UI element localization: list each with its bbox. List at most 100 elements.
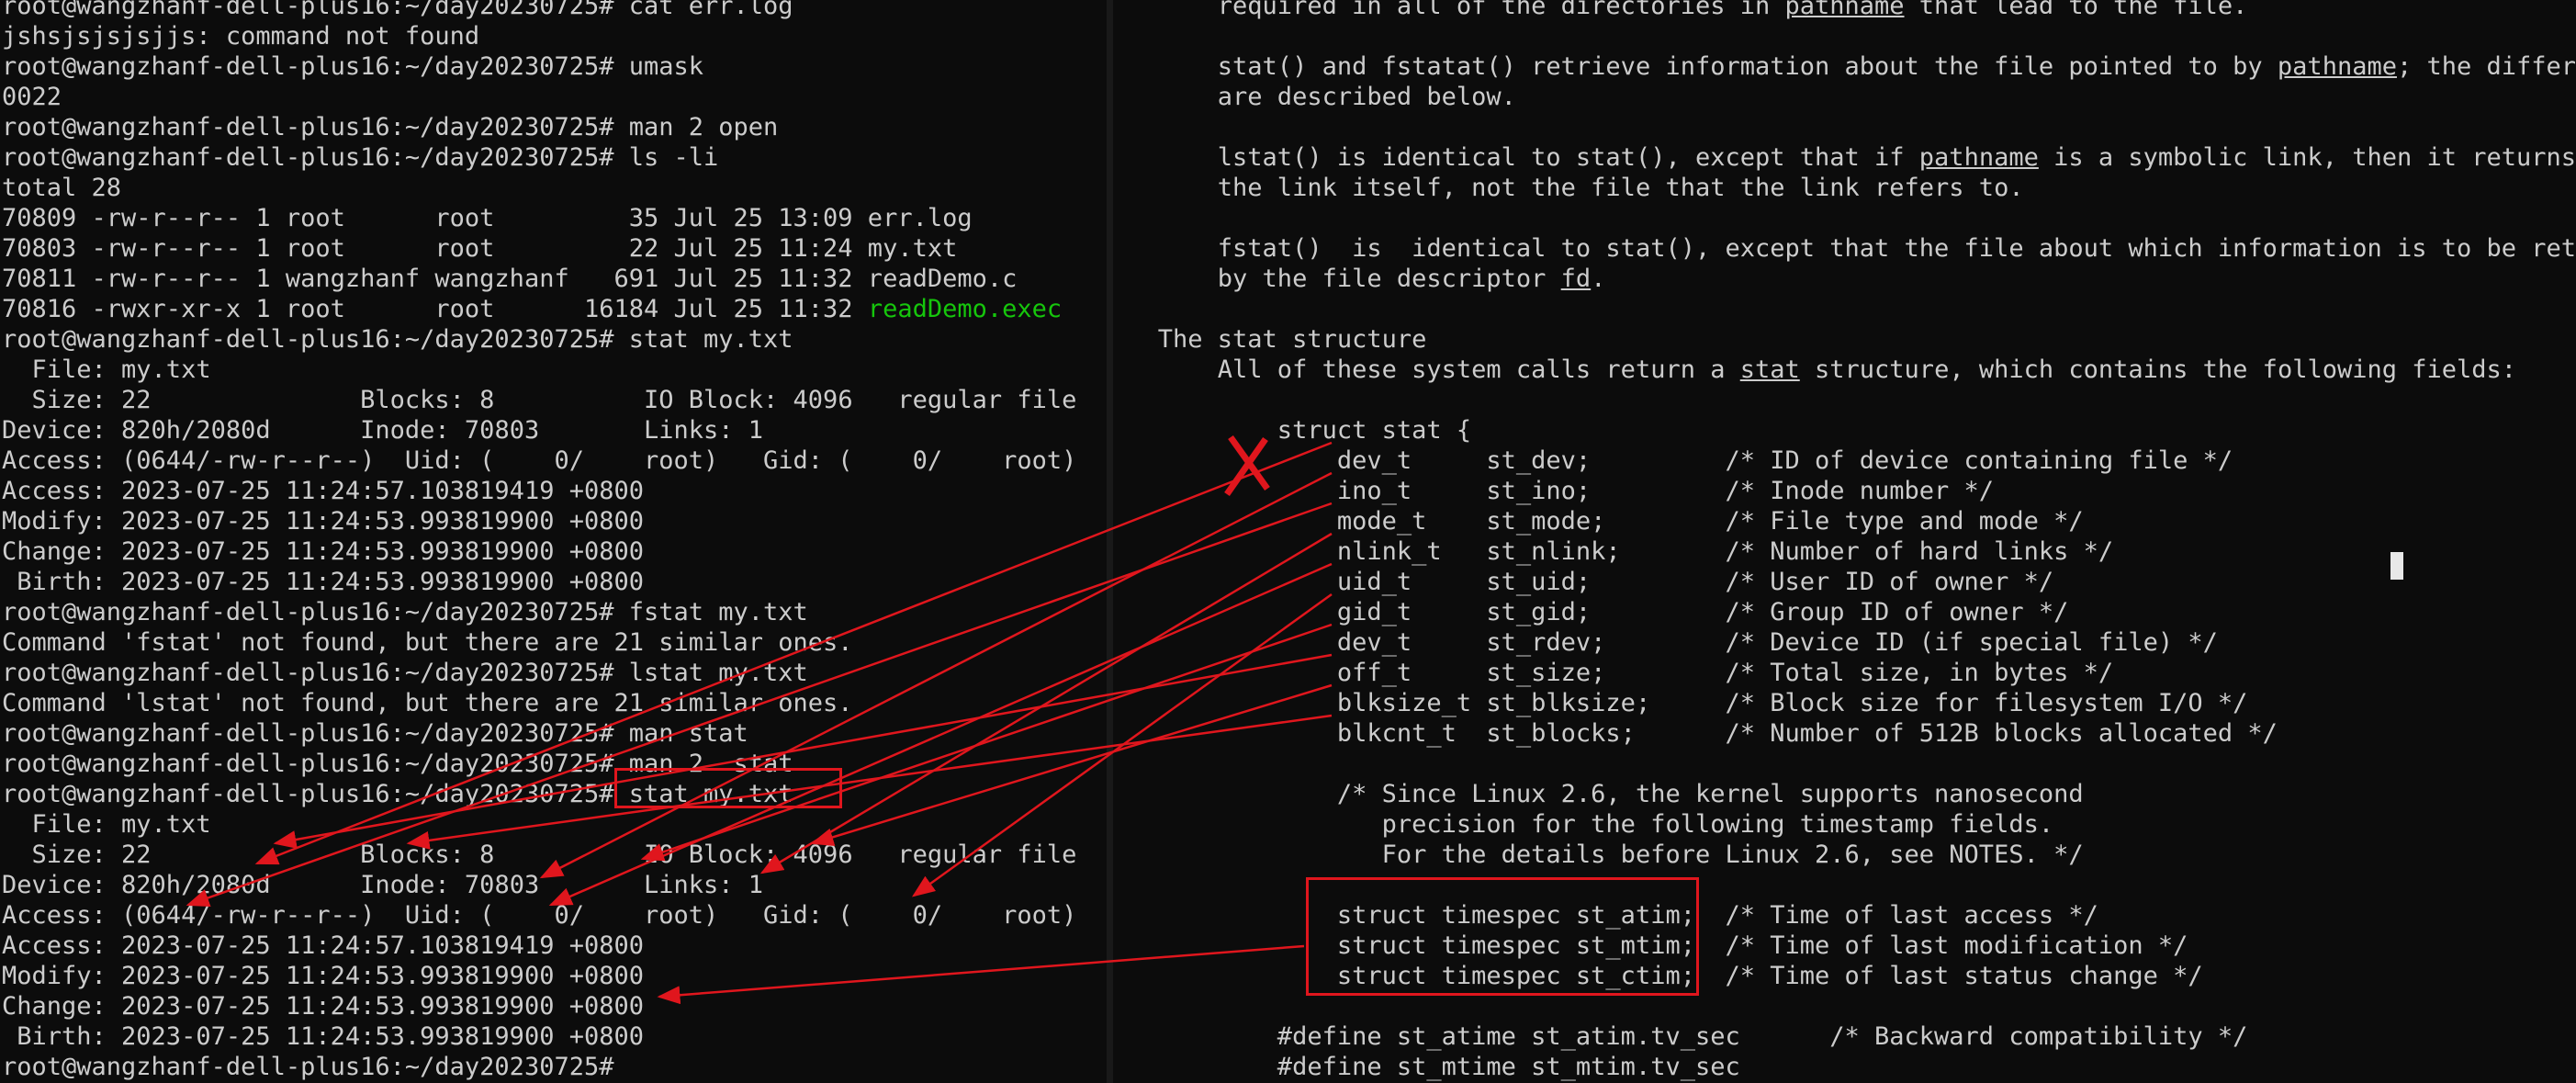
terminal-line: root@wangzhanf-dell-plus16:~/day20230725…	[2, 52, 704, 81]
terminal-line: Command 'lstat' not found, but there are…	[2, 689, 853, 717]
man-page-text: blksize_t st_blksize; /* Block size for …	[1113, 689, 2248, 717]
man-page-text: precision for the following timestamp fi…	[1113, 810, 2054, 839]
man-page-line: are described below.	[1113, 82, 1516, 112]
man-page-line: stat() and fstatat() retrieve informatio…	[1113, 51, 2576, 82]
man-page-text: structure, which contains the following …	[1799, 355, 2517, 384]
terminal-line: Device: 820h/2080d Inode: 70803 Links: 1	[2, 416, 764, 445]
man-page-text: dev_t st_dev; /* ID of device containing…	[1113, 446, 2233, 475]
man-page-text: All of these system calls return a	[1113, 355, 1740, 384]
terminal-line: total 28	[2, 174, 122, 202]
man-page-line: blkcnt_t st_blocks; /* Number of 512B bl…	[1113, 718, 2278, 749]
terminal-line: Size: 22 Blocks: 8 IO Block: 4096 regula…	[2, 386, 1077, 414]
man-page-text: struct stat {	[1113, 416, 1472, 445]
executable-file-name: readDemo.exec	[867, 295, 1063, 323]
terminal-line: 70809 -rw-r--r-- 1 root root 35 Jul 25 1…	[2, 204, 973, 232]
terminal-line: Change: 2023-07-25 11:24:53.993819900 +0…	[2, 537, 644, 566]
terminal-line: root@wangzhanf-dell-plus16:~/day20230725…	[2, 325, 793, 354]
terminal-line: root@wangzhanf-dell-plus16:~/day20230725…	[2, 143, 719, 172]
man-page-line: lstat() is identical to stat(), except t…	[1113, 142, 2576, 173]
man-page-text: off_t st_size; /* Total size, in bytes *…	[1113, 659, 2114, 687]
terminal-line: jshsjsjsjsjjs: command not found	[2, 22, 480, 51]
terminal-line: Birth: 2023-07-25 11:24:53.993819900 +08…	[2, 568, 644, 596]
man-page-line: #define st_mtime st_mtim.tv_sec	[1113, 1052, 1740, 1082]
man-page-line: #define st_atime st_atim.tv_sec /* Backw…	[1113, 1021, 2248, 1052]
terminal-line: Command 'fstat' not found, but there are…	[2, 628, 853, 657]
man-page-text: uid_t st_uid; /* User ID of owner */	[1113, 568, 2054, 596]
man-page-text: are described below.	[1113, 83, 1516, 111]
annotation-box-timespec	[1306, 877, 1699, 996]
terminal-line: Access: 2023-07-25 11:24:57.103819419 +0…	[2, 477, 644, 505]
man-page-text: gid_t st_gid; /* Group ID of owner */	[1113, 598, 2069, 626]
terminal-line: Access: (0644/-rw-r--r--) Uid: ( 0/ root…	[2, 446, 1077, 475]
pane-divider[interactable]	[1107, 0, 1113, 1083]
man-page-link[interactable]: fd	[1561, 265, 1592, 293]
terminal-line: root@wangzhanf-dell-plus16:~/day20230725…	[2, 1053, 629, 1081]
man-page-line: ino_t st_ino; /* Inode number */	[1113, 476, 1994, 506]
man-page-text: lstat() is identical to stat(), except t…	[1113, 143, 1919, 172]
man-page-link[interactable]: pathname	[1919, 143, 2039, 172]
man-page-link[interactable]: pathname	[2278, 52, 2397, 81]
terminal-line: 70803 -rw-r--r-- 1 root root 22 Jul 25 1…	[2, 234, 958, 263]
man-page-text: dev_t st_rdev; /* Device ID (if special …	[1113, 628, 2218, 657]
man-page-link[interactable]: stat	[1740, 355, 1800, 384]
man-page-text: #define st_mtime st_mtim.tv_sec	[1113, 1053, 1740, 1081]
man-page-line: required in all of the directories in pa…	[1113, 0, 2248, 21]
man-page-text: The stat structure	[1113, 325, 1427, 354]
terminal-pane[interactable]: root@wangzhanf-dell-plus16:~/day20230725…	[0, 0, 1107, 1083]
man-page-text: blkcnt_t st_blocks; /* Number of 512B bl…	[1113, 719, 2278, 748]
terminal-line: root@wangzhanf-dell-plus16:~/day20230725…	[2, 598, 808, 626]
man-page-text: by the file descriptor	[1113, 265, 1561, 293]
terminal-line: Birth: 2023-07-25 11:24:53.993819900 +08…	[2, 1022, 644, 1051]
man-page-line: gid_t st_gid; /* Group ID of owner */	[1113, 597, 2069, 627]
terminal-line: Modify: 2023-07-25 11:24:53.993819900 +0…	[2, 507, 644, 536]
man-page-text: fstat() is identical to stat(), except t…	[1113, 234, 2576, 263]
man-page-text: .	[1591, 265, 1606, 293]
man-page-text: required in all of the directories in	[1113, 0, 1785, 20]
man-page-line: struct stat {	[1113, 415, 1471, 446]
man-page-line: nlink_t st_nlink; /* Number of hard link…	[1113, 536, 2113, 567]
man-page-text: #define st_atime st_atim.tv_sec /* Backw…	[1113, 1022, 2248, 1051]
man-page-line: dev_t st_dev; /* ID of device containing…	[1113, 446, 2233, 476]
terminal-line: File: my.txt	[2, 355, 211, 384]
terminal-line: 70811 -rw-r--r-- 1 wangzhanf wangzhanf 6…	[2, 265, 1018, 293]
terminal-line: Access: (0644/-rw-r--r--) Uid: ( 0/ root…	[2, 901, 1077, 930]
man-page-line: fstat() is identical to stat(), except t…	[1113, 233, 2576, 264]
terminal-line: Modify: 2023-07-25 11:24:53.993819900 +0…	[2, 962, 644, 990]
man-page-line: blksize_t st_blksize; /* Block size for …	[1113, 688, 2248, 718]
man-page-link[interactable]: pathname	[1785, 0, 1905, 20]
man-page-line: mode_t st_mode; /* File type and mode */	[1113, 506, 2084, 536]
man-page-text: the link itself, not the file that the l…	[1113, 174, 2024, 202]
man-page-text: /* Since Linux 2.6, the kernel supports …	[1113, 780, 2084, 808]
terminal-line: Device: 820h/2080d Inode: 70803 Links: 1	[2, 871, 764, 899]
terminal-line: Size: 22 Blocks: 8 IO Block: 4096 regula…	[2, 840, 1077, 869]
man-page-line: precision for the following timestamp fi…	[1113, 809, 2054, 840]
man-page-text: stat() and fstatat() retrieve informatio…	[1113, 52, 2278, 81]
terminal-line: 0022	[2, 83, 62, 111]
man-page-text: is a symbolic link, then it returns i	[2038, 143, 2576, 172]
terminal-line: 70816 -rwxr-xr-x 1 root root 16184 Jul 2…	[2, 295, 1063, 323]
terminal-line: Access: 2023-07-25 11:24:57.103819419 +0…	[2, 931, 644, 960]
annotation-box-stat-command	[614, 768, 842, 808]
terminal-line: root@wangzhanf-dell-plus16:~/day20230725…	[2, 659, 808, 687]
man-page-line: dev_t st_rdev; /* Device ID (if special …	[1113, 627, 2218, 658]
man-page-line: All of these system calls return a stat …	[1113, 355, 2516, 385]
man-page-line: off_t st_size; /* Total size, in bytes *…	[1113, 658, 2113, 688]
man-page-line: the link itself, not the file that the l…	[1113, 173, 2024, 203]
man-page-line: /* Since Linux 2.6, the kernel supports …	[1113, 779, 2084, 809]
man-page-text: ino_t st_ino; /* Inode number */	[1113, 477, 1995, 505]
man-page-text: For the details before Linux 2.6, see NO…	[1113, 840, 2084, 869]
man-page-line: The stat structure	[1113, 324, 1427, 355]
man-page-text: mode_t st_mode; /* File type and mode */	[1113, 507, 2084, 536]
man-page-text: nlink_t st_nlink; /* Number of hard link…	[1113, 537, 2114, 566]
man-page-line: uid_t st_uid; /* User ID of owner */	[1113, 567, 2053, 597]
man-page-text: that lead to the file.	[1904, 0, 2248, 20]
terminal-line: root@wangzhanf-dell-plus16:~/day20230725…	[2, 0, 793, 20]
man-page-cursor	[2390, 552, 2403, 580]
terminal-line: root@wangzhanf-dell-plus16:~/day20230725…	[2, 113, 779, 141]
man-page-text: ; the differen	[2396, 52, 2576, 81]
terminal-line: root@wangzhanf-dell-plus16:~/day20230725…	[2, 719, 748, 748]
terminal-line: Change: 2023-07-25 11:24:53.993819900 +0…	[2, 992, 644, 1021]
terminal-line: File: my.txt	[2, 810, 211, 839]
man-page-line: For the details before Linux 2.6, see NO…	[1113, 840, 2084, 870]
man-page-line: by the file descriptor fd.	[1113, 264, 1606, 294]
